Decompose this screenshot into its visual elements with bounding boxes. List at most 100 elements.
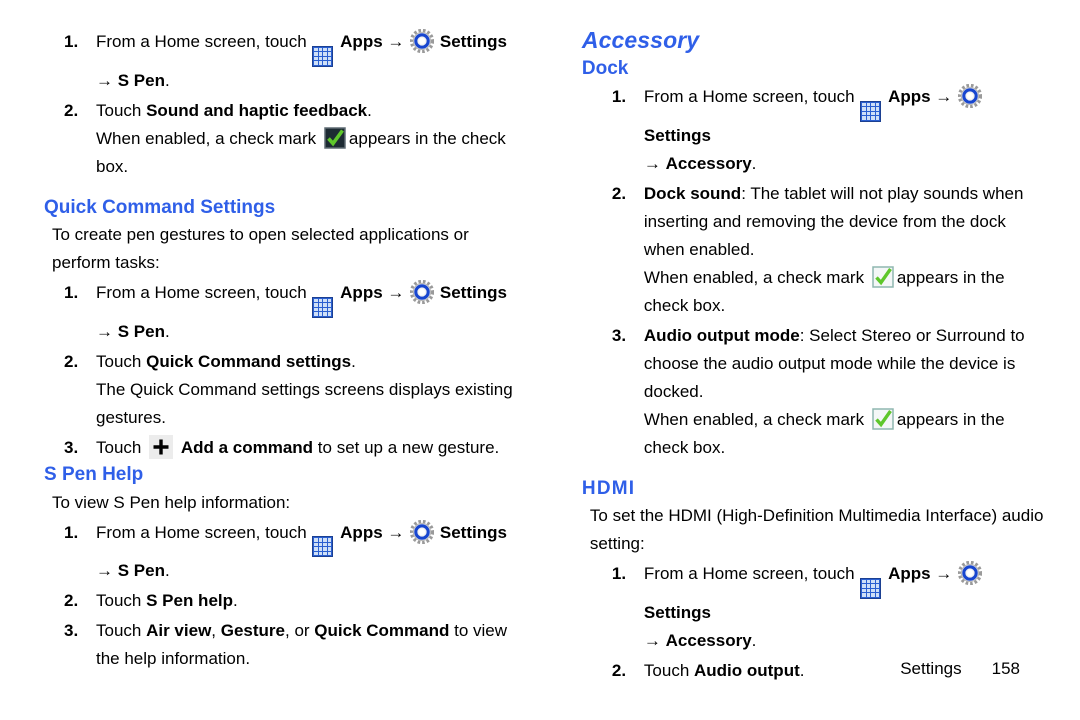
- step-period: .: [164, 70, 170, 90]
- s-pen-help-steps-list: 1. From a Home screen, touch Apps → Sett…: [44, 519, 524, 674]
- list-item: 1. From a Home screen, touch Apps → Sett…: [582, 560, 1044, 655]
- step-target: Accessory: [665, 153, 752, 173]
- step-number: 2.: [64, 100, 79, 120]
- step-text: From a Home screen, touch Apps → Setting…: [96, 280, 507, 341]
- list-item: 2. Dock sound: The tablet will not play …: [582, 180, 1044, 320]
- step-number: 3.: [64, 437, 79, 457]
- step-number: 3.: [611, 325, 627, 345]
- step-text: From a Home screen, touch Apps → Setting…: [643, 84, 983, 173]
- step-text: Touch Sound and haptic feedback.: [96, 101, 372, 120]
- step-period: .: [751, 630, 757, 650]
- apps-label: Apps: [888, 87, 931, 107]
- step-bold-term: Quick Command settings: [146, 351, 352, 371]
- step-sep-a: ,: [211, 621, 221, 641]
- step-bold-term-b: Gesture: [220, 621, 285, 641]
- list-item: 1. From a Home screen, touch Apps → Sett…: [44, 28, 524, 95]
- step-note: When enabled, a check mark appears in th…: [96, 125, 524, 181]
- heading-accessory: Accessory: [581, 27, 700, 53]
- step-text: Touch Audio output.: [644, 661, 805, 680]
- step-bold-term: S Pen help: [146, 591, 234, 611]
- settings-gear-icon[interactable]: [958, 561, 983, 586]
- quick-command-steps-list: 1. From a Home screen, touch Apps → Sett…: [44, 279, 524, 462]
- step-text: Touch Quick Command settings.: [96, 352, 356, 371]
- apps-grid-icon[interactable]: [312, 536, 334, 558]
- step-text-tail: .: [233, 591, 238, 611]
- step-bold-term-c: Quick Command: [314, 621, 450, 641]
- step-text-tail: to set up a new gesture.: [313, 437, 500, 457]
- settings-label: Settings: [643, 602, 711, 622]
- checkbox-checked-dark-icon[interactable]: [324, 126, 346, 149]
- apps-label: Apps: [340, 522, 383, 542]
- step-number: 2.: [611, 183, 627, 203]
- apps-label: Apps: [888, 564, 931, 584]
- step-target: S Pen: [117, 561, 165, 581]
- note-lead: When enabled, a check mark: [96, 128, 321, 148]
- step-number: 1.: [611, 87, 627, 107]
- settings-label: Settings: [643, 125, 711, 145]
- step-period: .: [164, 561, 170, 581]
- step-number: 2.: [64, 351, 79, 371]
- s-pen-help-intro: To view S Pen help information:: [52, 492, 291, 512]
- list-item: 3. Touch Air view, Gesture, or Quick Com…: [44, 617, 524, 673]
- arrow-icon: →: [387, 522, 405, 542]
- step-text-lead: From a Home screen, touch: [96, 32, 312, 51]
- hdmi-intro: To set the HDMI (High-Definition Multime…: [589, 506, 1044, 554]
- step-text-tail: .: [367, 100, 372, 120]
- plus-add-icon[interactable]: [149, 434, 174, 459]
- settings-gear-icon[interactable]: [958, 84, 983, 109]
- step-text-lead: From a Home screen, touch: [643, 564, 860, 584]
- apps-grid-icon[interactable]: [312, 296, 334, 318]
- apps-label: Apps: [340, 283, 383, 303]
- checkbox-checked-light-icon[interactable]: [872, 407, 894, 430]
- apps-grid-icon[interactable]: [860, 577, 882, 599]
- list-item: 2. Touch S Pen help.: [44, 587, 524, 615]
- step-number: 1.: [64, 522, 79, 542]
- arrow-icon: →: [643, 630, 661, 650]
- step-note: The Quick Command settings screens displ…: [96, 379, 513, 427]
- settings-gear-icon[interactable]: [410, 280, 435, 305]
- settings-gear-icon[interactable]: [410, 29, 435, 53]
- heading-hdmi: HDMI: [581, 477, 636, 499]
- step-text-lead: Touch: [96, 437, 147, 457]
- step-target: S Pen: [117, 70, 165, 90]
- dock-steps-list: 1. From a Home screen, touch Apps → Sett…: [582, 83, 1044, 462]
- list-item: 1. From a Home screen, touch Apps → Sett…: [44, 279, 524, 346]
- footer-section-label: Settings: [900, 659, 962, 678]
- arrow-icon: →: [935, 564, 953, 584]
- step-text: From a Home screen, touch Apps → Setting…: [643, 561, 983, 650]
- step-text: Audio output mode: Select Stereo or Surr…: [644, 326, 1025, 401]
- step-number: 1.: [611, 564, 627, 584]
- settings-gear-icon[interactable]: [410, 519, 435, 544]
- apps-grid-icon[interactable]: [860, 100, 882, 122]
- settings-label: Settings: [439, 283, 507, 303]
- step-period: .: [751, 153, 757, 173]
- step-sep-b: , or: [285, 621, 315, 641]
- step-text: Dock sound: The tablet will not play sou…: [644, 184, 1024, 259]
- checkbox-checked-light-icon[interactable]: [872, 265, 894, 288]
- step-text-lead: From a Home screen, touch: [96, 283, 312, 303]
- settings-label: Settings: [439, 522, 507, 542]
- step-note: When enabled, a check mark appears in th…: [644, 264, 1044, 320]
- step-number: 1.: [64, 32, 79, 51]
- quick-command-intro: To create pen gestures to open selected …: [52, 225, 469, 273]
- step-target: Accessory: [665, 630, 752, 650]
- step-text-lead: Touch: [96, 591, 147, 611]
- step-target: S Pen: [117, 321, 165, 341]
- step-bold-term: Sound and haptic feedback: [146, 100, 368, 120]
- heading-quick-command-settings: Quick Command Settings: [44, 196, 276, 218]
- left-column: 1. From a Home screen, touch Apps → Sett…: [44, 28, 544, 720]
- list-item: 3. Touch Add a command to set up a new g…: [44, 434, 524, 462]
- note-lead: When enabled, a check mark: [643, 409, 869, 429]
- footer-page-number: 158: [991, 659, 1020, 678]
- step-bold-term-a: Air view: [146, 621, 212, 641]
- arrow-icon: →: [643, 153, 661, 173]
- list-item: 3. Audio output mode: Select Stereo or S…: [582, 322, 1044, 462]
- page-footer: Settings 158: [900, 658, 1020, 680]
- step-text: From a Home screen, touch Apps → Setting…: [96, 519, 507, 581]
- step-text: Touch Add a command to set up a new gest…: [96, 434, 500, 459]
- arrow-icon: →: [96, 70, 113, 90]
- step-bold-term: Audio output: [694, 660, 800, 680]
- apps-grid-icon[interactable]: [312, 45, 334, 67]
- list-item: 1. From a Home screen, touch Apps → Sett…: [582, 83, 1044, 178]
- step-bold-term: Add a command: [180, 437, 314, 457]
